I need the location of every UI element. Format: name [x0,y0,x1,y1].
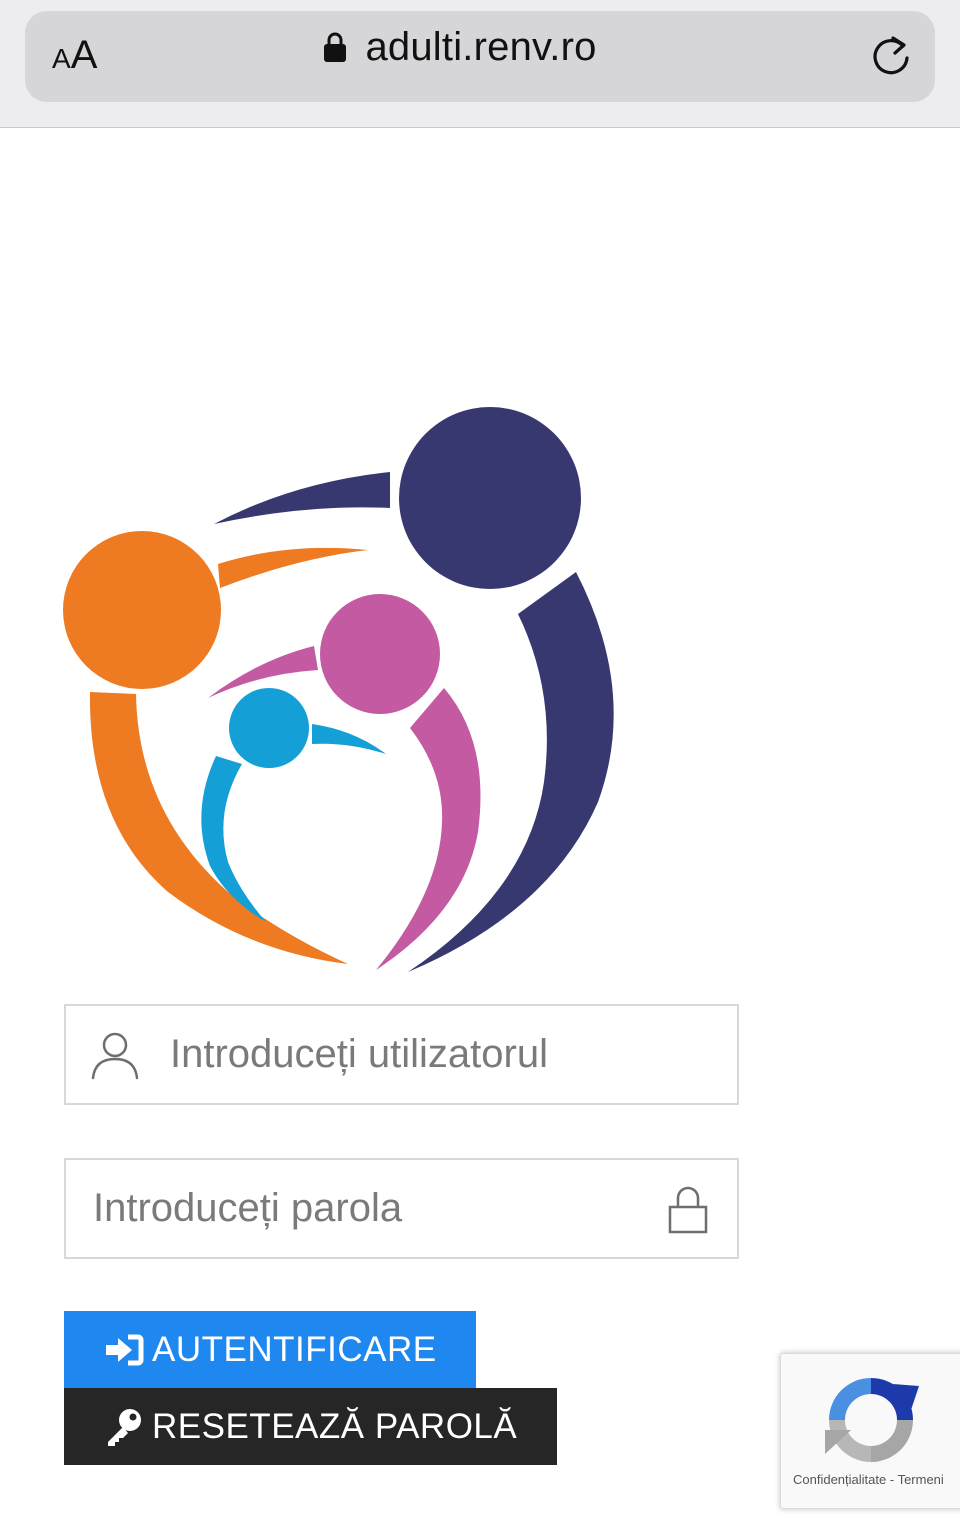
recaptcha-links: Confidențialitate - Termeni [793,1472,944,1487]
login-button-label: AUTENTIFICARE [152,1329,437,1369]
text-size-button[interactable]: AA [52,30,97,80]
family-logo [63,407,614,972]
text-size-large-glyph: A [70,33,98,77]
recaptcha-privacy-link[interactable]: Confidențialitate [793,1472,886,1487]
login-button[interactable]: AUTENTIFICARE [64,1311,476,1388]
url-text[interactable]: adulti.renv.ro [365,25,596,70]
reset-password-button[interactable]: RESETEAZĂ PAROLĂ [64,1388,557,1465]
username-input[interactable] [170,1006,730,1103]
padlock-icon [668,1186,708,1234]
recaptcha-badge[interactable]: Confidențialitate - Termeni [780,1353,960,1509]
user-icon [91,1032,139,1080]
recaptcha-terms-link[interactable]: Termeni [898,1472,944,1487]
logo-blue-arm [312,724,386,754]
username-field [64,1004,739,1105]
logo-blue-head [229,688,309,768]
logo-orange-head [63,531,221,689]
text-size-small-glyph: A [52,43,71,74]
key-icon [108,1408,141,1446]
reset-password-label: RESETEAZĂ PAROLĂ [152,1406,518,1446]
password-field [64,1158,739,1259]
logo-pink-head [320,594,440,714]
reload-icon[interactable] [868,32,914,78]
logo-orange-arm [218,547,368,588]
logo-navy-arm [214,472,390,524]
browser-toolbar: AA adulti.renv.ro [0,0,960,128]
logo-navy-head [399,407,581,589]
recaptcha-icon [825,1378,919,1462]
sign-in-icon [106,1334,144,1365]
password-input[interactable] [93,1160,653,1257]
recaptcha-separator: - [886,1472,898,1487]
